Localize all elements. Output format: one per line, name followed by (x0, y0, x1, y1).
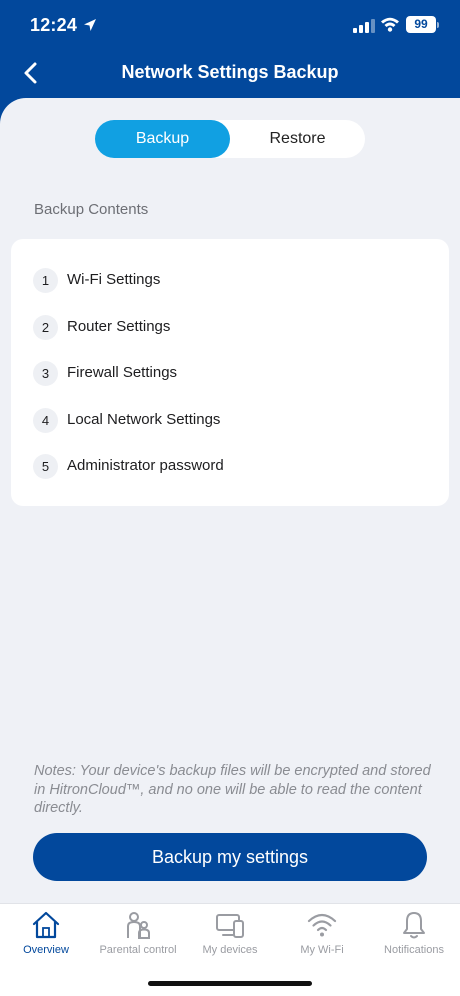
wifi-icon (307, 913, 337, 937)
list-item: 4 Local Network Settings (33, 408, 433, 434)
list-item: 3 Firewall Settings (33, 361, 433, 387)
status-time: 12:24 (30, 15, 78, 35)
item-number: 3 (33, 361, 58, 386)
cellular-signal-icon (353, 19, 375, 33)
backup-contents-card: 1 Wi-Fi Settings 2 Router Settings 3 Fir… (11, 239, 449, 506)
tab-overview[interactable]: Overview (0, 904, 92, 964)
item-number: 5 (33, 454, 58, 479)
tab-parental-control[interactable]: Parental control (92, 904, 184, 964)
home-indicator (148, 981, 312, 986)
home-icon (32, 911, 60, 939)
tab-restore[interactable]: Restore (230, 120, 365, 158)
tab-notifications[interactable]: Notifications (368, 904, 460, 964)
bell-icon (403, 912, 425, 939)
section-label: Backup Contents (34, 201, 149, 218)
item-number: 4 (33, 408, 58, 433)
tab-label: Parental control (99, 944, 177, 956)
item-label: Router Settings (67, 318, 171, 335)
tab-backup[interactable]: Backup (95, 120, 230, 158)
tab-label: Overview (23, 944, 69, 956)
item-label: Administrator password (67, 457, 224, 474)
battery-tip (437, 22, 439, 28)
item-number: 1 (33, 268, 58, 293)
item-label: Firewall Settings (67, 364, 178, 381)
list-item: 1 Wi-Fi Settings (33, 268, 433, 294)
item-label: Wi-Fi Settings (67, 271, 161, 288)
status-bar: 12:24 99 (0, 0, 460, 50)
wifi-status-icon (381, 17, 399, 32)
item-label: Local Network Settings (67, 411, 221, 428)
location-arrow-icon (84, 19, 96, 31)
tab-my-devices[interactable]: My devices (184, 904, 276, 964)
list-item: 2 Router Settings (33, 315, 433, 341)
tab-label: Notifications (384, 944, 444, 956)
item-number: 2 (33, 315, 58, 340)
backup-restore-segment: Backup Restore (95, 120, 365, 158)
battery-indicator: 99 (406, 16, 436, 33)
page-title: Network Settings Backup (121, 62, 339, 82)
list-item: 5 Administrator password (33, 454, 433, 480)
encryption-note: Notes: Your device's backup files will b… (34, 763, 431, 816)
parental-icon (127, 912, 150, 939)
backup-settings-button[interactable]: Backup my settings (33, 833, 427, 881)
tab-my-wifi[interactable]: My Wi-Fi (276, 904, 368, 964)
tab-label: My Wi-Fi (300, 944, 344, 956)
devices-icon (216, 914, 244, 938)
tab-label: My devices (202, 944, 258, 956)
